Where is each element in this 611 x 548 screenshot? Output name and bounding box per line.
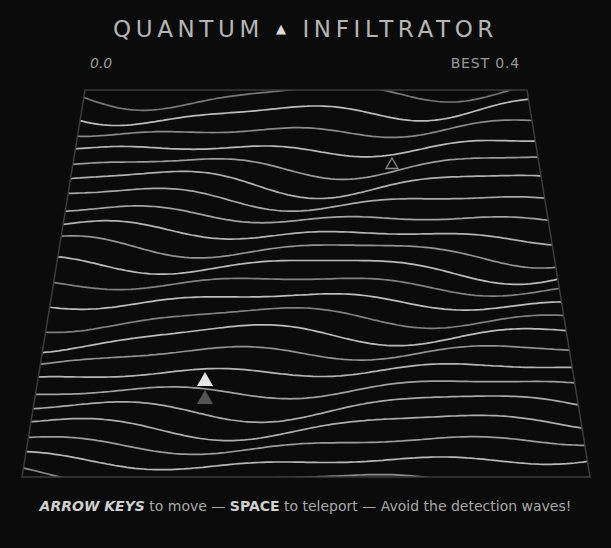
player-triangle-icon[interactable] (197, 372, 213, 386)
detection-wave (54, 206, 554, 223)
score: 0.0 (90, 53, 112, 74)
instruction-text: to teleport — Avoid the detection waves! (280, 496, 572, 517)
ghost-triangle-icon (197, 390, 213, 404)
instruction-text: to move — (145, 496, 230, 517)
game-screen: QUANTUM ▲ INFILTRATOR 0.0 BEST 0.4 ARROW K… (0, 0, 611, 548)
detection-wave (68, 120, 540, 137)
detection-wave (49, 236, 561, 268)
key-label: ARROW KEYS (40, 496, 145, 517)
detection-wave (12, 466, 596, 480)
detection-wave (35, 325, 575, 353)
best-score: BEST 0.4 (451, 53, 520, 74)
game-title: QUANTUM ▲ INFILTRATOR (0, 0, 611, 46)
detection-wave (15, 451, 595, 469)
detection-wave (43, 278, 567, 296)
detection-wave (29, 364, 581, 377)
score-row: 0.0 BEST 0.4 (0, 46, 611, 88)
detection-wave (52, 221, 560, 246)
detection-wave (23, 396, 587, 422)
instructions: ARROW KEYS to move — SPACE to teleport —… (0, 480, 611, 517)
detection-wave (32, 346, 580, 366)
title-word: QUANTUM (113, 12, 264, 47)
sentry-triangle-icon (386, 158, 398, 169)
detection-wave (60, 171, 552, 198)
detection-wave (66, 141, 546, 157)
detection-wave (57, 188, 553, 211)
wave-field (0, 88, 611, 480)
title-triangle-icon: ▲ (276, 19, 291, 39)
detection-wave (21, 415, 589, 440)
game-board[interactable] (0, 88, 611, 480)
detection-wave (71, 99, 539, 126)
key-label: SPACE (230, 496, 280, 517)
title-word: INFILTRATOR (302, 12, 497, 47)
detection-wave (18, 437, 594, 455)
